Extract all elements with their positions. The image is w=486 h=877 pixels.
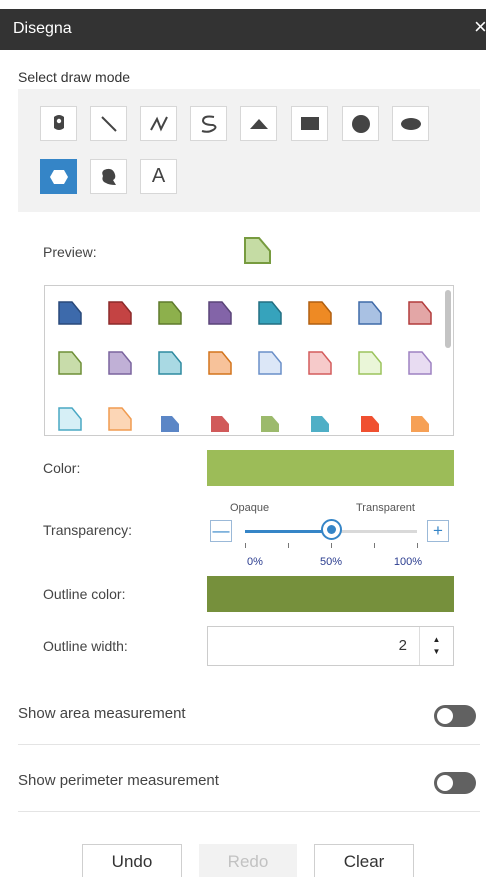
clear-button[interactable]: Clear [314, 844, 414, 877]
transparency-slider: Opaque Transparent — + 0% 50% 100% [207, 500, 454, 570]
close-icon[interactable]: × [474, 16, 486, 38]
symbol-swatch[interactable] [57, 350, 83, 376]
outline-width-label: Outline width: [43, 638, 128, 654]
transparent-label: Transparent [356, 502, 415, 514]
slider-thumb[interactable] [321, 519, 342, 540]
opaque-label: Opaque [230, 502, 270, 514]
symbol-swatch[interactable] [207, 406, 233, 432]
perimeter-measurement-label: Show perimeter measurement [18, 772, 219, 789]
preview-label: Preview: [43, 244, 97, 260]
outline-width-value: 2 [398, 637, 407, 654]
symbol-swatch[interactable] [257, 350, 283, 376]
slider-track-fill [245, 530, 331, 533]
freehand-polygon-icon [101, 168, 116, 185]
symbol-swatch[interactable] [407, 350, 433, 376]
symbol-swatch[interactable] [357, 406, 383, 432]
circle-icon [351, 114, 370, 133]
symbol-swatch[interactable] [257, 406, 283, 432]
spin-up-icon[interactable]: ▲ [433, 636, 441, 644]
area-measurement-row: Show area measurement [18, 685, 480, 745]
symbol-swatch[interactable] [307, 300, 333, 326]
slider-tick [417, 543, 418, 548]
color-label: Color: [43, 460, 81, 476]
symbol-swatch[interactable] [207, 300, 233, 326]
tool-freehand-polygon-button[interactable] [90, 159, 127, 194]
outline-color-label: Outline color: [43, 586, 126, 602]
symbol-swatch[interactable] [407, 300, 433, 326]
outline-width-spinner[interactable]: ▲ ▼ [419, 627, 453, 665]
tool-freehand-line-button[interactable] [190, 106, 227, 141]
rectangle-icon [300, 116, 319, 130]
symbol-swatch[interactable] [107, 300, 133, 326]
tool-ellipse-button[interactable] [392, 106, 429, 141]
text-icon: A [151, 165, 166, 187]
spin-down-icon[interactable]: ▼ [433, 648, 441, 656]
symbol-swatch[interactable] [157, 406, 183, 432]
tool-text-button[interactable]: A [140, 159, 177, 194]
tool-triangle-button[interactable] [240, 106, 277, 141]
tool-circle-button[interactable] [342, 106, 379, 141]
outline-width-input[interactable]: 2 ▲ ▼ [207, 626, 454, 666]
tool-line-button[interactable] [90, 106, 127, 141]
slider-tick [288, 543, 289, 548]
panel-title: Disegna [13, 20, 72, 37]
outline-color-picker[interactable] [207, 576, 454, 612]
area-measurement-label: Show area measurement [18, 705, 186, 722]
decrease-transparency-button[interactable]: — [210, 520, 232, 542]
draw-mode-label: Select draw mode [18, 69, 131, 85]
slider-tick [245, 543, 246, 548]
draw-mode-panel: A [18, 89, 480, 212]
perimeter-measurement-row: Show perimeter measurement [18, 752, 480, 812]
transparency-label: Transparency: [43, 522, 132, 538]
symbol-swatch[interactable] [157, 300, 183, 326]
increase-transparency-button[interactable]: + [427, 520, 449, 542]
polyline-icon [149, 116, 168, 131]
triangle-icon [249, 118, 268, 129]
symbol-swatch[interactable] [307, 406, 333, 432]
area-measurement-toggle[interactable] [434, 705, 476, 727]
preview-symbol [244, 237, 271, 264]
perimeter-measurement-toggle[interactable] [434, 772, 476, 794]
symbol-swatch[interactable] [257, 300, 283, 326]
marker-pin-icon [53, 114, 64, 130]
symbol-swatch[interactable] [107, 350, 133, 376]
tool-point-button[interactable] [40, 106, 77, 141]
tool-polyline-button[interactable] [140, 106, 177, 141]
slider-tick [374, 543, 375, 548]
undo-button[interactable]: Undo [82, 844, 182, 877]
symbol-swatch[interactable] [407, 406, 433, 432]
tick-label-50: 50% [319, 556, 343, 568]
polygon-icon [49, 169, 68, 184]
symbol-gallery[interactable] [44, 285, 454, 436]
tool-polygon-button[interactable] [40, 159, 77, 194]
symbol-swatch[interactable] [357, 300, 383, 326]
tick-label-0: 0% [247, 556, 263, 568]
symbol-swatch[interactable] [207, 350, 233, 376]
freehand-line-icon [201, 115, 216, 133]
redo-button: Redo [199, 844, 297, 877]
line-icon [100, 115, 117, 132]
gallery-scrollbar[interactable] [445, 290, 451, 348]
symbol-swatch[interactable] [57, 300, 83, 326]
symbol-swatch[interactable] [307, 350, 333, 376]
symbol-swatch[interactable] [157, 350, 183, 376]
tick-label-100: 100% [393, 556, 423, 568]
fill-color-picker[interactable] [207, 450, 454, 486]
symbol-swatch[interactable] [107, 406, 133, 432]
tool-rectangle-button[interactable] [291, 106, 328, 141]
symbol-swatch[interactable] [357, 350, 383, 376]
ellipse-icon [400, 117, 421, 130]
panel-titlebar: Disegna × [0, 9, 486, 50]
slider-tick [331, 543, 332, 548]
symbol-swatch[interactable] [57, 406, 83, 432]
